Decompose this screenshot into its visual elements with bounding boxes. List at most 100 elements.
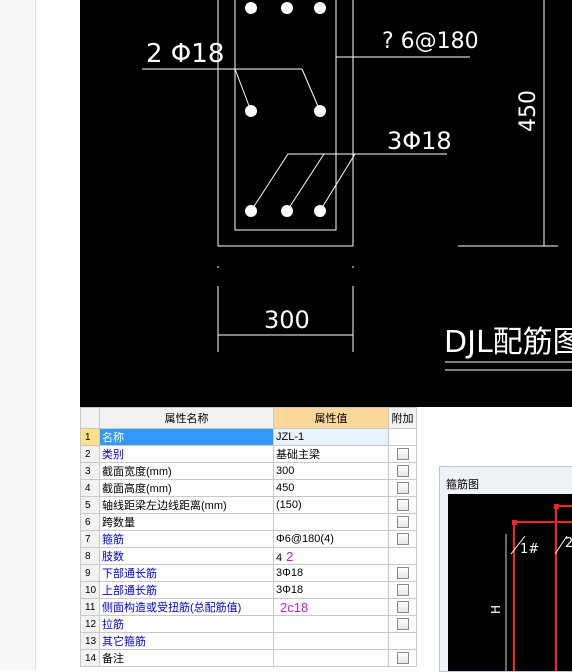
property-name-cell[interactable]: 截面宽度(mm): [99, 462, 274, 480]
property-value-cell[interactable]: [273, 649, 389, 667]
property-value-text: 300: [276, 465, 295, 477]
table-row[interactable]: 9 下部通长筋 3Φ18: [80, 564, 417, 582]
left-gutter: [0, 0, 36, 670]
table-row[interactable]: 4 截面高度(mm) 450: [80, 479, 417, 497]
property-name-cell[interactable]: 肢数: [99, 547, 274, 565]
rebar-dot: [281, 2, 293, 14]
leader-line: [250, 153, 289, 212]
table-row[interactable]: 14 备注: [80, 649, 417, 667]
bottom-bar-label: 3Φ18: [387, 127, 452, 155]
property-value-cell[interactable]: [273, 632, 389, 650]
stirrup-label-1: 1#: [520, 542, 539, 557]
table-row[interactable]: 10 上部通长筋 3Φ18: [80, 581, 417, 599]
table-row[interactable]: 11 侧面构造或受扭筋(总配筋值) 2c18: [80, 598, 417, 616]
property-value-text: Φ6@180(4): [276, 533, 334, 545]
property-value-cell[interactable]: JZL-1: [273, 428, 389, 446]
table-row[interactable]: 13 其它箍筋: [80, 632, 417, 650]
attach-checkbox[interactable]: [396, 533, 409, 546]
corner-mark: [554, 504, 559, 509]
row-number: 14: [80, 649, 100, 667]
table-row[interactable]: 6 跨数量: [80, 513, 417, 531]
property-value-text: 4: [276, 551, 283, 564]
property-value-text: (150): [276, 499, 302, 511]
row-number: 11: [80, 598, 100, 616]
property-name-cell[interactable]: 名称: [99, 428, 274, 446]
stirrup-inner: [555, 505, 572, 671]
table-row[interactable]: 3 截面宽度(mm) 300: [80, 462, 417, 480]
table-row[interactable]: 5 轴线距梁左边线距离(mm) (150): [80, 496, 417, 514]
property-value-cell[interactable]: 450: [273, 479, 389, 497]
row-number: 4: [80, 479, 100, 497]
column-header-attach[interactable]: 附加: [388, 407, 417, 429]
attach-checkbox[interactable]: [396, 601, 409, 614]
property-value-text: 3Φ18: [276, 584, 304, 596]
attach-cell: [388, 615, 417, 633]
row-number-header: [80, 407, 100, 429]
property-value-text: 450: [276, 482, 295, 494]
attach-cell: [388, 479, 417, 497]
row-number: 7: [80, 530, 100, 548]
attach-cell: [388, 632, 417, 650]
column-header-name[interactable]: 属性名称: [99, 407, 274, 429]
property-value-text: 基础主梁: [276, 449, 320, 461]
property-value-cell[interactable]: 42: [273, 547, 389, 565]
attach-checkbox[interactable]: [396, 516, 409, 529]
property-name-cell[interactable]: 类别: [99, 445, 274, 463]
attach-checkbox[interactable]: [396, 482, 409, 495]
attach-cell: [388, 581, 417, 599]
property-name-cell[interactable]: 箍筋: [99, 530, 274, 548]
property-name-cell[interactable]: 备注: [99, 649, 274, 667]
property-value-cell[interactable]: [273, 615, 389, 633]
property-value-cell[interactable]: [273, 513, 389, 531]
rebar-dot: [245, 2, 257, 14]
property-name-cell[interactable]: 下部通长筋: [99, 564, 274, 582]
property-name-cell[interactable]: 跨数量: [99, 513, 274, 531]
leader-line: [234, 68, 252, 112]
property-value-cell[interactable]: Φ6@180(4): [273, 530, 389, 548]
property-value-cell[interactable]: 3Φ18: [273, 581, 389, 599]
row-number: 6: [80, 513, 100, 531]
attach-checkbox[interactable]: [396, 448, 409, 461]
section-drawing-svg: 2 Φ18 ? 6@180 3Φ18 300 450 DJL配筋图: [142, 0, 572, 371]
handwritten-annotation: 2: [286, 548, 294, 564]
stirrup-label: ? 6@180: [382, 29, 479, 54]
attach-checkbox[interactable]: [396, 584, 409, 597]
attach-checkbox[interactable]: [396, 652, 409, 665]
rebar-dot: [314, 2, 326, 14]
property-value-cell[interactable]: 3Φ18: [273, 564, 389, 582]
attach-cell: [388, 530, 417, 548]
table-row[interactable]: 7 箍筋 Φ6@180(4): [80, 530, 417, 548]
property-value-cell[interactable]: 基础主梁: [273, 445, 389, 463]
property-name-cell[interactable]: 轴线距梁左边线距离(mm): [99, 496, 274, 514]
property-table: 属性名称 属性值 附加 1 名称 JZL-1 2 类别 基础主梁 3 截面宽度(mm) 300 4…: [80, 407, 417, 667]
property-value-cell[interactable]: 2c18: [273, 598, 389, 616]
column-header-value[interactable]: 属性值: [273, 407, 389, 429]
property-name-cell[interactable]: 拉筋: [99, 615, 274, 633]
property-name-cell[interactable]: 截面高度(mm): [99, 479, 274, 497]
corner-mark: [512, 520, 517, 525]
attach-cell: [388, 462, 417, 480]
table-row[interactable]: 12 拉筋: [80, 615, 417, 633]
attach-cell: [388, 547, 417, 565]
table-row[interactable]: 8 肢数 4 2: [80, 547, 417, 565]
attach-cell: [388, 564, 417, 582]
attach-checkbox[interactable]: [396, 618, 409, 631]
attach-checkbox[interactable]: [396, 567, 409, 580]
stirrup-label-2: 2: [565, 536, 572, 551]
table-row[interactable]: 1 名称 JZL-1: [80, 428, 417, 446]
row-number: 10: [80, 581, 100, 599]
property-name-cell[interactable]: 其它箍筋: [99, 632, 274, 650]
attach-cell: [388, 496, 417, 514]
property-value-cell[interactable]: (150): [273, 496, 389, 514]
attach-checkbox[interactable]: [396, 465, 409, 478]
attach-checkbox[interactable]: [396, 499, 409, 512]
top-bar-label: 2 Φ18: [146, 39, 224, 69]
attach-cell: [388, 513, 417, 531]
table-row[interactable]: 2 类别 基础主梁: [80, 445, 417, 463]
property-name-cell[interactable]: 侧面构造或受扭筋(总配筋值): [99, 598, 274, 616]
stirrup-diagram-canvas: 1# 2 H: [448, 494, 572, 671]
property-name-cell[interactable]: 上部通长筋: [99, 581, 274, 599]
stirrup-diagram-panel: 箍筋图 1# 2 H: [439, 466, 572, 672]
property-value-cell[interactable]: 300: [273, 462, 389, 480]
cad-drawing: 2 Φ18 ? 6@180 3Φ18 300 450 DJL配筋图: [80, 0, 572, 407]
